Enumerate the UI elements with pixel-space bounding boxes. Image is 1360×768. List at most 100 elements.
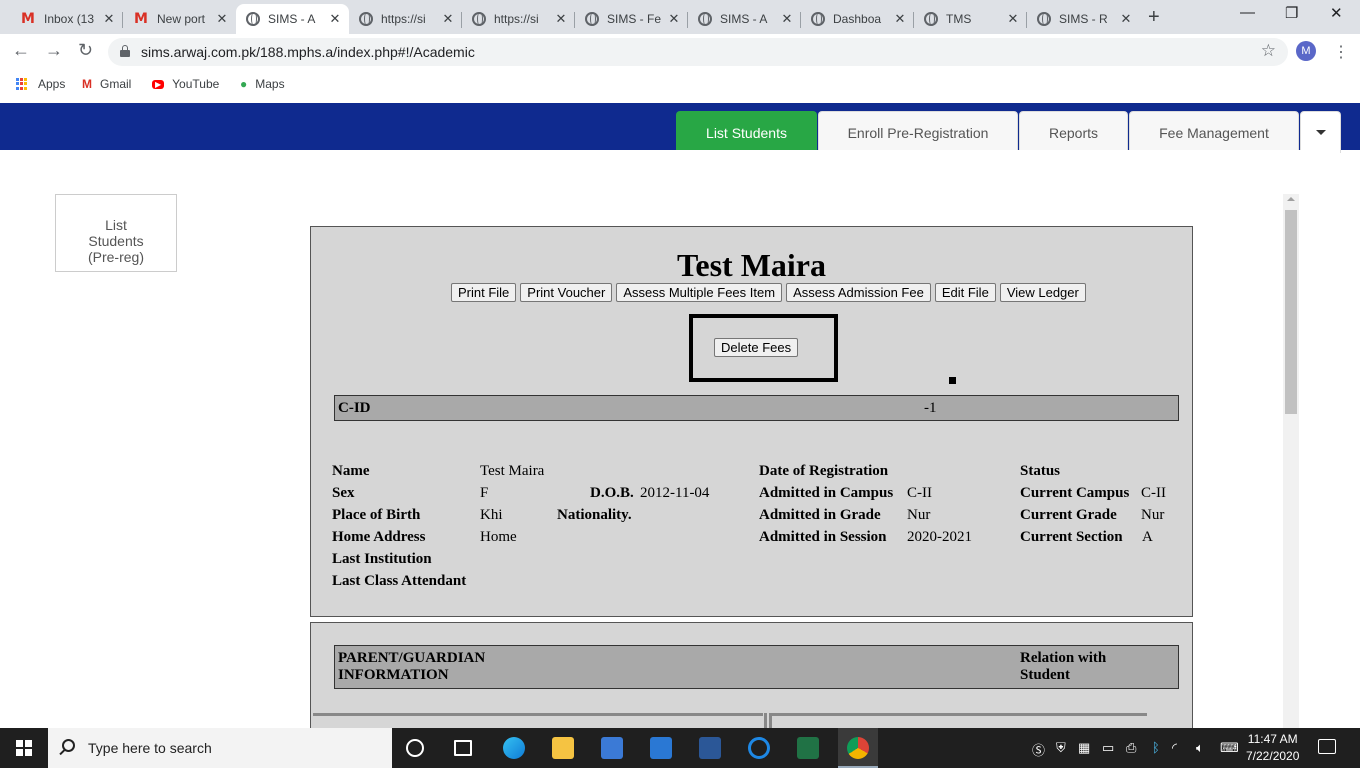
minimize-icon[interactable]: —	[1240, 4, 1255, 21]
close-tab-icon[interactable]: ✕	[327, 11, 343, 27]
address-bar[interactable]: sims.arwaj.com.pk/188.mphs.a/index.php#!…	[108, 38, 1288, 66]
parent-info-panel: PARENT/GUARDIAN INFORMATION Relation wit…	[310, 622, 1193, 743]
close-tab-icon[interactable]: ✕	[214, 11, 230, 27]
browser-menu-icon[interactable]: ⋮	[1333, 42, 1349, 62]
browser-tab-sims-r[interactable]: SIMS - R ✕	[1027, 4, 1140, 34]
skype-icon[interactable]: Ⓢ	[1032, 740, 1045, 759]
printer-icon[interactable]: ⎙	[1126, 740, 1136, 756]
bookmark-gmail[interactable]: M Gmail	[82, 77, 131, 91]
bookmarks-bar: Apps M Gmail ▶ YouTube ● Maps	[0, 70, 1360, 100]
browser-tab-inbox[interactable]: M Inbox (13 ✕	[10, 4, 123, 34]
delete-fees-button[interactable]: Delete Fees	[714, 338, 799, 357]
display-icon[interactable]: ▭	[1102, 740, 1114, 756]
chrome-taskbar-button[interactable]	[838, 728, 878, 768]
edit-file-button[interactable]: Edit File	[934, 283, 996, 302]
browser-tab-sims-active[interactable]: SIMS - A ✕	[236, 4, 349, 34]
volume-icon[interactable]: 🔈︎	[1196, 740, 1204, 756]
apps-grid-icon	[16, 78, 28, 90]
close-tab-icon[interactable]: ✕	[440, 11, 456, 27]
bookmark-apps[interactable]: Apps	[16, 77, 65, 91]
view-ledger-button[interactable]: View Ledger	[999, 283, 1086, 302]
globe-icon	[585, 12, 599, 26]
nav-tab-reports[interactable]: Reports	[1019, 111, 1128, 153]
parent-header-left: PARENT/GUARDIAN INFORMATION	[338, 650, 485, 684]
dob-value: 2012-11-04	[640, 485, 710, 501]
windows-start-icon[interactable]	[16, 740, 32, 756]
scrollbar-thumb[interactable]	[1285, 210, 1297, 414]
notification-icon[interactable]	[1318, 739, 1336, 754]
browser-tab-new-port[interactable]: M New port ✕	[123, 4, 236, 34]
new-tab-icon[interactable]: +	[1148, 6, 1160, 29]
current-section-value: A	[1142, 529, 1153, 545]
language-icon[interactable]: ⌨	[1220, 740, 1239, 756]
browser-tab-https-1[interactable]: https://si ✕	[349, 4, 462, 34]
close-tab-icon[interactable]: ✕	[1118, 11, 1134, 27]
bluetooth-icon[interactable]: ᛒ	[1152, 740, 1160, 755]
place-of-birth-value: Khi	[480, 507, 503, 523]
forward-icon[interactable]: →	[45, 40, 63, 61]
browser-tab-https-2[interactable]: https://si ✕	[462, 4, 575, 34]
network-adapter-icon[interactable]: ▦	[1078, 740, 1090, 756]
reload-icon[interactable]: ↻	[78, 40, 93, 61]
browser-tab-tms[interactable]: TMS ✕	[914, 4, 1027, 34]
nav-tab-enroll-pre-registration[interactable]: Enroll Pre-Registration	[818, 111, 1018, 153]
app-navbar: List Students Enroll Pre-Registration Re…	[0, 103, 1360, 153]
close-tab-icon[interactable]: ✕	[1005, 11, 1021, 27]
store-icon[interactable]	[601, 737, 623, 759]
print-file-button[interactable]: Print File	[451, 283, 517, 302]
nav-tab-list-students[interactable]: List Students	[676, 111, 817, 153]
close-tab-icon[interactable]: ✕	[101, 11, 117, 27]
cortana-icon[interactable]	[406, 739, 424, 757]
nav-dropdown-toggle[interactable]	[1300, 111, 1341, 153]
bookmark-label: Apps	[38, 77, 66, 91]
student-info-panel: Test Maira Print File Print Voucher Asse…	[310, 226, 1193, 617]
close-tab-icon[interactable]: ✕	[553, 11, 569, 27]
excel-icon[interactable]	[797, 737, 819, 759]
list-students-pre-reg-button[interactable]: List Students (Pre-reg)	[55, 194, 177, 272]
mail-icon[interactable]	[650, 737, 672, 759]
back-icon[interactable]: ←	[12, 40, 30, 61]
current-grade-label: Current Grade	[1020, 507, 1117, 523]
nav-tab-fee-management[interactable]: Fee Management	[1129, 111, 1299, 153]
print-voucher-button[interactable]: Print Voucher	[520, 283, 613, 302]
globe-icon	[811, 12, 825, 26]
clock-time: 11:47 AM	[1247, 732, 1298, 746]
parent-header-line: INFORMATION	[338, 667, 449, 683]
browser-tab-dashboard[interactable]: Dashboa ✕	[801, 4, 914, 34]
close-tab-icon[interactable]: ✕	[666, 11, 682, 27]
sex-value: F	[480, 485, 489, 501]
dob-label: D.O.B.	[590, 485, 634, 501]
task-view-icon[interactable]	[454, 740, 472, 756]
browser-tab-sims-a[interactable]: SIMS - A ✕	[688, 4, 801, 34]
taskbar-clock[interactable]: 11:47 AM 7/22/2020	[1246, 731, 1299, 765]
close-window-icon[interactable]: ✕	[1330, 4, 1343, 22]
assess-admission-fee-button[interactable]: Assess Admission Fee	[786, 283, 931, 302]
tab-title: TMS	[946, 12, 972, 26]
restore-icon[interactable]: ❐	[1285, 4, 1298, 22]
sidebar-button-line: List	[105, 217, 127, 233]
shield-icon[interactable]: ⛨	[1056, 740, 1066, 756]
bookmark-label: Maps	[255, 77, 285, 91]
internet-explorer-icon[interactable]	[748, 737, 770, 759]
admitted-campus-value: C-II	[907, 485, 932, 501]
close-tab-icon[interactable]: ✕	[892, 11, 908, 27]
assess-multiple-fees-button[interactable]: Assess Multiple Fees Item	[616, 283, 783, 302]
scroll-up-arrow-icon[interactable]	[1287, 197, 1295, 201]
edge-icon[interactable]	[503, 737, 525, 759]
tab-title: SIMS - A	[268, 12, 316, 26]
bookmark-youtube[interactable]: ▶ YouTube	[152, 77, 219, 91]
date-of-registration-label: Date of Registration	[759, 463, 889, 479]
bookmark-maps[interactable]: ● Maps	[240, 77, 285, 91]
close-tab-icon[interactable]: ✕	[779, 11, 795, 27]
profile-avatar[interactable]: M	[1296, 41, 1316, 61]
parent-header-bar: PARENT/GUARDIAN INFORMATION Relation wit…	[334, 645, 1179, 689]
windows-taskbar: Type here to search Ⓢ ⛨ ▦ ▭ ⎙ ᛒ ◜ 🔈︎ ⌨ 1…	[0, 728, 1360, 768]
bookmark-star-icon[interactable]: ☆	[1261, 41, 1276, 61]
wifi-icon[interactable]: ◜	[1172, 740, 1177, 756]
url-text[interactable]: sims.arwaj.com.pk/188.mphs.a/index.php#!…	[141, 44, 475, 60]
divider-line	[772, 713, 1147, 716]
file-explorer-icon[interactable]	[552, 737, 574, 759]
word-icon[interactable]	[699, 737, 721, 759]
browser-tab-sims-fe[interactable]: SIMS - Fe ✕	[575, 4, 688, 34]
taskbar-search-box[interactable]: Type here to search	[48, 728, 392, 768]
